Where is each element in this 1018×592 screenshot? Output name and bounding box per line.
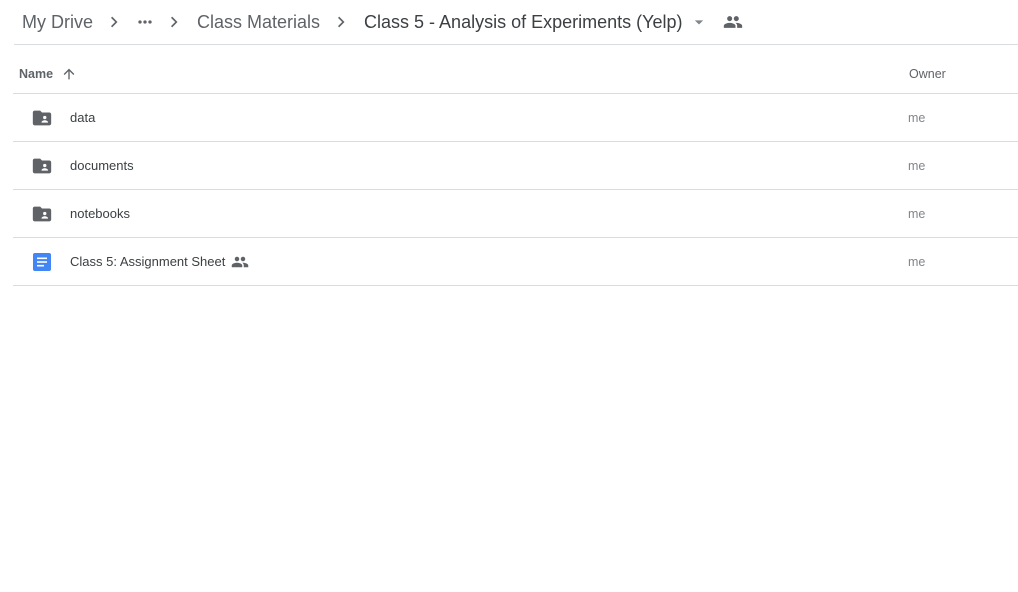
file-row[interactable]: notebooks me bbox=[13, 190, 1018, 238]
file-row[interactable]: data me bbox=[13, 94, 1018, 142]
breadcrumb-class-materials[interactable]: Class Materials bbox=[189, 8, 328, 37]
shared-folder-icon bbox=[31, 203, 53, 225]
breadcrumb-my-drive[interactable]: My Drive bbox=[14, 8, 101, 37]
column-name-label: Name bbox=[19, 66, 54, 81]
file-owner: me bbox=[908, 206, 926, 221]
file-name-text: documents bbox=[70, 158, 134, 173]
more-horiz-icon[interactable] bbox=[131, 8, 159, 36]
arrow-upward-icon[interactable] bbox=[59, 64, 79, 84]
dropdown-arrow-icon[interactable] bbox=[687, 10, 711, 34]
breadcrumb: My Drive Class Materials Class 5 - Analy… bbox=[14, 0, 1018, 45]
chevron-right-icon bbox=[101, 10, 129, 34]
column-header-row: Name Owner bbox=[13, 54, 1018, 94]
google-doc-icon bbox=[31, 251, 53, 273]
breadcrumb-current-folder[interactable]: Class 5 - Analysis of Experiments (Yelp) bbox=[356, 8, 684, 37]
chevron-right-icon bbox=[161, 10, 189, 34]
file-name: Class 5: Assignment Sheet bbox=[70, 253, 249, 271]
chevron-right-icon bbox=[328, 10, 356, 34]
file-name-text: data bbox=[70, 110, 96, 125]
shared-folder-icon bbox=[31, 107, 53, 129]
file-name-text: Class 5: Assignment Sheet bbox=[70, 254, 226, 269]
file-owner: me bbox=[908, 254, 926, 269]
file-owner: me bbox=[908, 158, 926, 173]
file-row[interactable]: documents me bbox=[13, 142, 1018, 190]
column-header-owner[interactable]: Owner bbox=[909, 67, 946, 81]
file-owner: me bbox=[908, 110, 926, 125]
file-row[interactable]: Class 5: Assignment Sheet me bbox=[13, 238, 1018, 286]
shared-people-icon bbox=[231, 253, 249, 271]
file-name: data bbox=[70, 110, 95, 125]
file-name: documents bbox=[70, 158, 134, 173]
shared-people-icon[interactable] bbox=[721, 10, 745, 34]
file-name-text: notebooks bbox=[70, 206, 130, 221]
file-name: notebooks bbox=[70, 206, 130, 221]
column-header-name[interactable]: Name bbox=[13, 64, 79, 84]
shared-folder-icon bbox=[31, 155, 53, 177]
